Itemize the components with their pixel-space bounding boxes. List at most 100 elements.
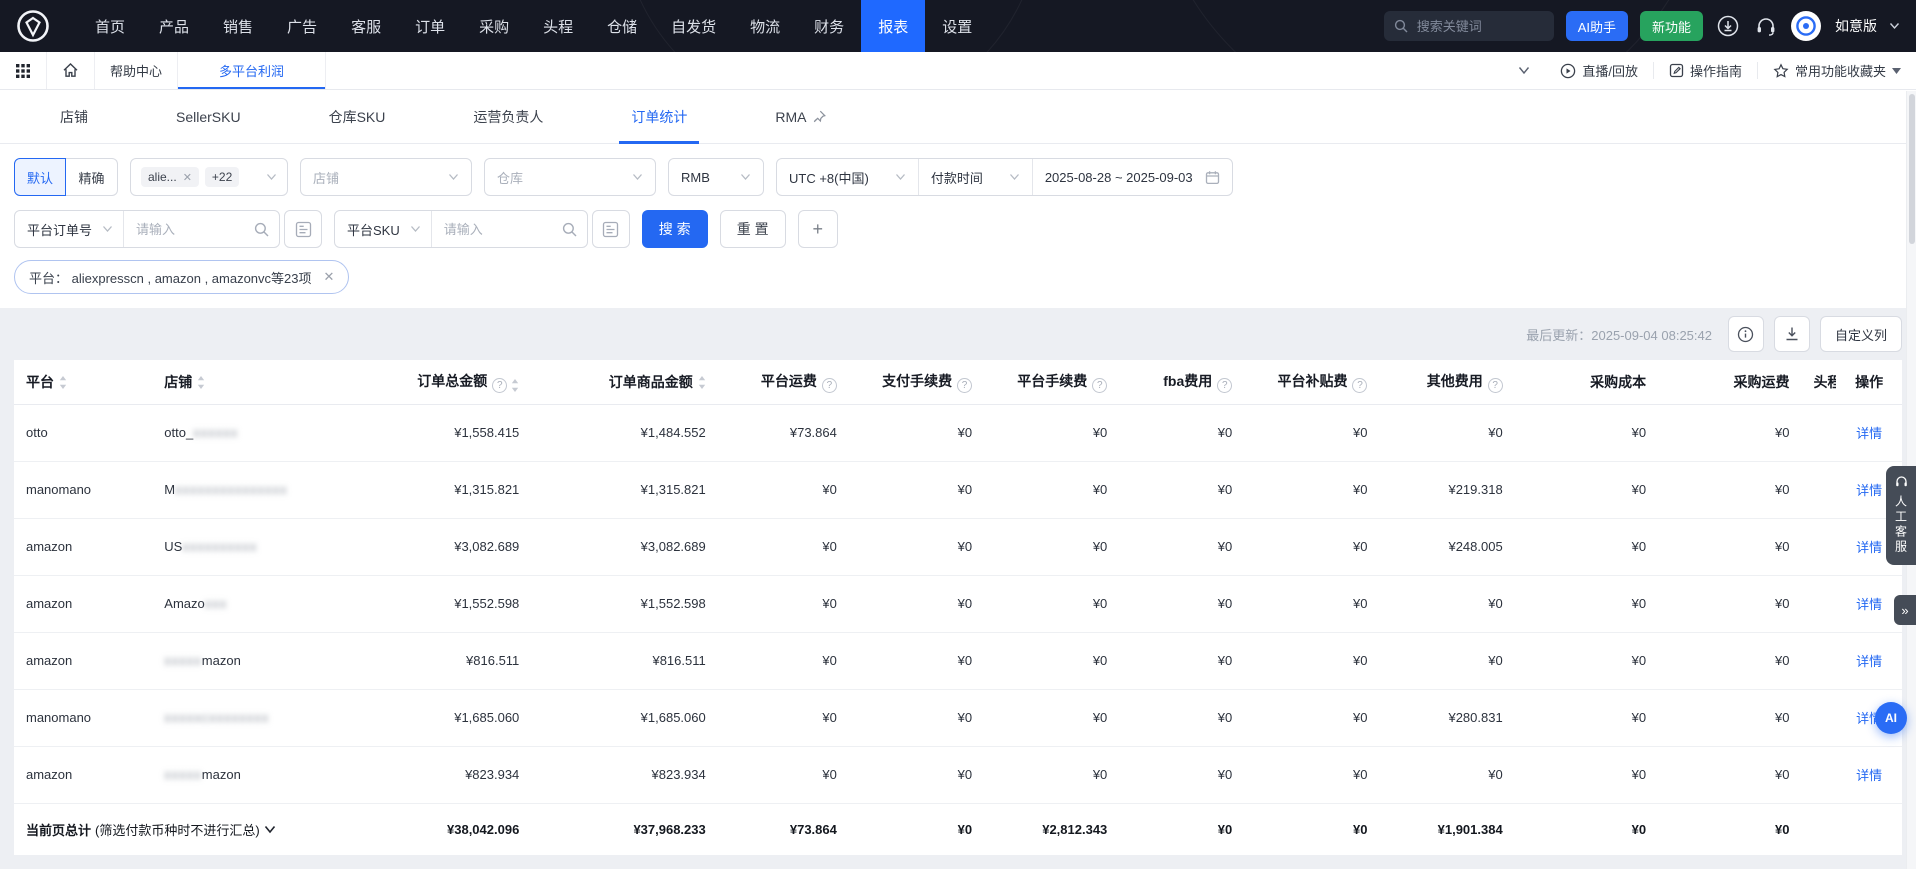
search-icon [562,222,587,237]
mode-exact-button[interactable]: 精确 [66,158,118,196]
detail-link[interactable]: 详情 [1856,597,1882,612]
tab-sellersku[interactable]: SellerSKU [132,90,285,143]
scrollbar-thumb[interactable] [1909,94,1915,244]
sort-icon[interactable] [197,375,205,389]
tab-store[interactable]: 店铺 [16,90,132,143]
remove-tag-icon[interactable]: ✕ [183,171,192,184]
sort-icon[interactable] [698,375,706,389]
nav-menu-item[interactable]: 设置 [925,0,989,52]
search-icon [1394,19,1408,33]
sort-icon[interactable] [511,378,519,392]
nav-menu-item[interactable]: 采购 [462,0,526,52]
nav-menu-item[interactable]: 销售 [206,0,270,52]
new-features-button[interactable]: 新功能 [1639,11,1703,41]
summary-expand-chevron-icon[interactable] [264,825,276,834]
other-fee-cell: ¥219.318 [1379,461,1515,519]
nav-menu-item[interactable]: 客服 [334,0,398,52]
tab-multi-platform-profit[interactable]: 多平台利润 [178,52,327,89]
global-search[interactable] [1383,11,1554,41]
sku-batch-input-button[interactable] [591,210,630,248]
app-logo[interactable] [16,9,50,43]
table-row: manomano Mxxxxxxxxxxxxxxx ¥1,315.821 ¥1,… [14,461,1902,519]
search-button[interactable]: 搜 索 [641,210,708,248]
time-type-select[interactable]: 付款时间 [917,159,1032,195]
warehouse-select[interactable]: 仓库 [484,158,656,196]
tab-warehouse-sku[interactable]: 仓库SKU [285,90,430,143]
help-icon[interactable]: ? [492,377,508,393]
other-fee-cell: ¥248.005 [1379,518,1515,576]
nav-menu-item[interactable]: 头程 [526,0,590,52]
detail-link[interactable]: 详情 [1856,483,1882,498]
user-avatar[interactable] [1791,11,1821,41]
customer-service-panel[interactable]: 人工客服 [1886,466,1916,565]
help-icon[interactable]: ? [821,377,837,393]
favorites-link[interactable]: 常用功能收藏夹 [1758,52,1916,89]
help-icon[interactable]: ? [1352,377,1368,393]
timezone-select[interactable]: UTC +8(中国) [777,159,918,195]
mode-default-button[interactable]: 默认 [14,158,66,196]
nav-menu-item[interactable]: 财务 [797,0,861,52]
nav-menu-item[interactable]: 首页 [78,0,142,52]
order-no-batch-input-button[interactable] [284,210,323,248]
date-range-picker[interactable]: 2025-08-28 ~ 2025-09-03 [1031,159,1232,195]
nav-menu-item[interactable]: 自发货 [654,0,733,52]
detail-link[interactable]: 详情 [1856,426,1882,441]
platform-shipping-cell: ¥0 [717,575,849,633]
headset-support-icon[interactable] [1753,13,1779,39]
redacted-store-name: xxxxxxxxxx [182,539,258,554]
help-icon[interactable]: ? [957,377,973,393]
nav-menu-item[interactable]: 物流 [733,0,797,52]
table-header-row: 平台 店铺 订单总金额? 订单商品金额 平台运费? 支付手续费? 平台手续费? … [14,360,1902,405]
ai-assistant-fab[interactable]: AI [1875,702,1907,734]
nav-menu-item[interactable]: 仓储 [590,0,654,52]
collapse-panel-button[interactable]: » [1894,595,1916,625]
live-replay-link[interactable]: 直播/回放 [1545,52,1653,89]
home-icon[interactable] [47,52,95,89]
operation-guide-link[interactable]: 操作指南 [1654,52,1757,89]
sku-input[interactable] [431,221,562,237]
ai-assistant-button[interactable]: AI助手 [1565,11,1628,41]
tab-operation-manager[interactable]: 运营负责人 [429,90,587,143]
help-icon[interactable]: ? [1092,377,1108,393]
table-row: amazon xxxxxmazon ¥823.934 ¥823.934 ¥0 ¥… [14,746,1902,804]
order-no-input[interactable] [124,221,255,237]
pin-icon[interactable] [813,110,826,123]
remove-filter-icon[interactable]: ✕ [324,269,335,285]
detail-link[interactable]: 详情 [1856,654,1882,669]
download-client-icon[interactable] [1715,13,1741,39]
nav-menu-item[interactable]: 订单 [398,0,462,52]
store-cell: xxxxxmazon [152,746,370,804]
nav-menu-item[interactable]: 广告 [270,0,334,52]
global-search-input[interactable] [1414,17,1544,35]
nav-menu-item[interactable]: 报表 [861,0,926,52]
store-select[interactable]: 店铺 [300,158,472,196]
currency-select[interactable]: RMB [668,158,764,196]
reset-button[interactable]: 重 置 [719,210,786,248]
detail-link[interactable]: 详情 [1856,540,1882,555]
sku-field-select[interactable]: 平台SKU [335,211,432,247]
help-icon[interactable]: ? [1487,377,1503,393]
user-name[interactable]: 如意版 [1835,16,1877,36]
export-download-button[interactable] [1773,316,1810,352]
add-condition-button[interactable]: + [797,210,838,248]
order-no-field-select[interactable]: 平台订单号 [15,211,125,247]
user-menu-chevron-icon[interactable] [1889,22,1900,30]
info-button[interactable] [1727,316,1764,352]
tab-order-statistics[interactable]: 订单统计 [587,90,731,144]
tab-help-center[interactable]: 帮助中心 [95,52,179,89]
help-icon[interactable]: ? [1217,377,1233,393]
purchase-cost-cell: ¥0 [1514,632,1659,690]
tabs-collapse-chevron-icon[interactable] [1503,52,1545,89]
detail-link[interactable]: 详情 [1856,768,1882,783]
platform-cell: amazon [14,518,153,576]
customize-columns-button[interactable]: 自定义列 [1819,316,1902,352]
nav-menu-item[interactable]: 产品 [142,0,206,52]
col-first-leg-clipped: 头程 [1801,360,1837,405]
apps-grid-icon[interactable] [0,52,47,89]
order-total-cell: ¥1,685.060 [369,689,532,747]
platform-multiselect[interactable]: alie... ✕ +22 [130,158,288,196]
payment-fee-cell: ¥0 [848,746,985,804]
sort-icon[interactable] [59,375,67,389]
platform-selected-tag: alie... ✕ [141,167,199,187]
tab-rma[interactable]: RMA [731,90,869,143]
